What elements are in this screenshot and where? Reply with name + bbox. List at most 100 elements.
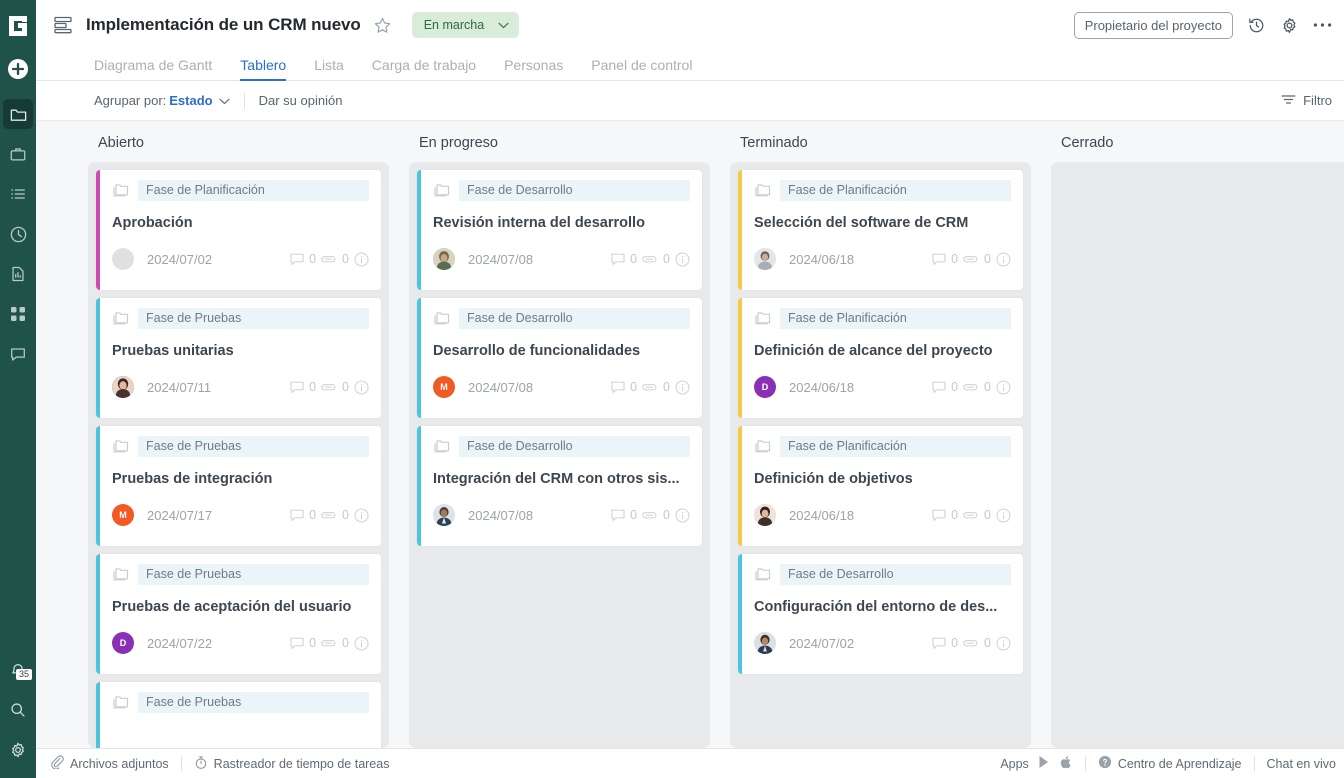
task-card[interactable]: Fase de Desarrollo Desarrollo de funcion… <box>417 298 702 418</box>
task-card[interactable]: Fase de Planificación Aprobación 2024/07… <box>96 170 381 290</box>
task-card[interactable]: Fase de Planificación Definición de obje… <box>738 426 1023 546</box>
star-icon[interactable] <box>373 16 392 35</box>
status-badge[interactable]: En marcha <box>411 12 520 38</box>
avatar[interactable]: M <box>433 376 455 398</box>
info-icon[interactable] <box>354 635 369 651</box>
google-play-icon[interactable] <box>1038 755 1051 772</box>
card-phase-row: Fase de Planificación <box>754 436 1011 457</box>
card-title: Pruebas unitarias <box>112 343 234 359</box>
column-card-list[interactable] <box>1051 162 1344 748</box>
learning-center-button[interactable]: Centro de Aprendizaje <box>1098 755 1242 772</box>
sidebar-item-projects[interactable] <box>3 99 33 129</box>
avatar[interactable] <box>112 376 134 398</box>
sidebar-item-my-tasks[interactable] <box>3 179 33 209</box>
avatar[interactable] <box>433 504 455 526</box>
project-owner-chip[interactable]: Propietario del proyecto <box>1073 11 1233 39</box>
sidebar-item-time-log[interactable] <box>3 219 33 249</box>
info-icon[interactable] <box>675 379 690 395</box>
task-card[interactable]: Fase de Desarrollo Configuración del ent… <box>738 554 1023 674</box>
info-icon[interactable] <box>996 379 1011 395</box>
attachments-button[interactable]: Archivos adjuntos <box>50 755 169 772</box>
info-icon[interactable] <box>354 507 369 523</box>
card-phase-row: Fase de Pruebas <box>112 692 369 713</box>
folder-icon <box>112 439 129 454</box>
clock-icon <box>9 225 28 244</box>
avatar[interactable] <box>754 504 776 526</box>
task-card-partial[interactable]: Fase de Pruebas <box>96 682 381 748</box>
tab-lista[interactable]: Lista <box>314 57 344 81</box>
task-card[interactable]: Fase de Desarrollo Integración del CRM c… <box>417 426 702 546</box>
avatar[interactable]: M <box>112 504 134 526</box>
tab-personas[interactable]: Personas <box>504 57 563 81</box>
history-icon[interactable] <box>1247 16 1266 35</box>
avatar[interactable] <box>433 248 455 270</box>
comment-icon <box>611 509 625 522</box>
chevron-down-icon[interactable] <box>218 98 230 105</box>
card-color-stripe <box>96 682 100 748</box>
filter-label: Filtro <box>1303 93 1332 108</box>
info-icon[interactable] <box>675 251 690 267</box>
info-icon[interactable] <box>996 635 1011 651</box>
attachment-count: 0 <box>984 252 991 266</box>
avatar[interactable] <box>754 632 776 654</box>
column-title: Cerrado <box>1061 135 1114 151</box>
attachment-count: 0 <box>342 380 349 394</box>
learning-center-label: Centro de Aprendizaje <box>1117 756 1242 771</box>
kanban-board: Abierto Fase de Planificación Aprobación… <box>36 121 1344 748</box>
sidebar-item-comments[interactable] <box>3 339 33 369</box>
time-tracker-button[interactable]: Rastreador de tiempo de tareas <box>194 755 389 773</box>
avatar[interactable]: D <box>112 632 134 654</box>
comment-icon <box>932 509 946 522</box>
folder-icon <box>112 311 129 326</box>
sidebar-item-notifications[interactable]: 35 <box>3 655 33 685</box>
comment-icon <box>932 637 946 650</box>
feedback-link[interactable]: Dar su opinión <box>259 93 343 108</box>
chat-icon <box>9 345 27 363</box>
avatar[interactable] <box>754 248 776 270</box>
info-icon[interactable] <box>354 251 369 267</box>
tab-diagrama-de-gantt[interactable]: Diagrama de Gantt <box>94 57 212 81</box>
tab-panel-de-control[interactable]: Panel de control <box>591 57 692 81</box>
live-chat-button[interactable]: Chat en vivo <box>1267 757 1336 771</box>
folder-icon <box>112 695 129 710</box>
column-card-list[interactable]: Fase de Planificación Aprobación 2024/07… <box>88 162 389 748</box>
attachment-count: 0 <box>342 508 349 522</box>
sidebar-item-search[interactable] <box>3 695 33 725</box>
group-by-value[interactable]: Estado <box>169 93 212 108</box>
sidebar-item-portfolio[interactable] <box>3 139 33 169</box>
task-card[interactable]: Fase de Planificación Selección del soft… <box>738 170 1023 290</box>
column-card-list[interactable]: Fase de Desarrollo Revisión interna del … <box>409 162 710 748</box>
info-icon[interactable] <box>354 379 369 395</box>
avatar[interactable]: D <box>754 376 776 398</box>
card-meta: 0 0 <box>290 379 369 395</box>
task-card[interactable]: Fase de Pruebas Pruebas de integración M… <box>96 426 381 546</box>
sidebar-item-apps[interactable] <box>3 299 33 329</box>
group-by-control[interactable]: Agrupar por: Estado <box>94 93 230 108</box>
task-card[interactable]: Fase de Pruebas Pruebas unitarias 2024/0… <box>96 298 381 418</box>
tab-carga-de-trabajo[interactable]: Carga de trabajo <box>372 57 476 81</box>
column-card-list[interactable]: Fase de Planificación Selección del soft… <box>730 162 1031 748</box>
task-card[interactable]: Fase de Desarrollo Revisión interna del … <box>417 170 702 290</box>
gear-icon[interactable] <box>1280 16 1299 35</box>
avatar[interactable] <box>112 248 134 270</box>
card-title: Pruebas de integración <box>112 471 273 487</box>
ellipsis-icon[interactable] <box>1313 22 1332 28</box>
folder-icon <box>433 183 450 198</box>
info-icon[interactable] <box>996 507 1011 523</box>
attachment-count: 0 <box>984 636 991 650</box>
info-icon[interactable] <box>996 251 1011 267</box>
sidebar-item-add[interactable] <box>3 54 33 84</box>
ganttpro-logo[interactable] <box>0 6 36 46</box>
task-card[interactable]: Fase de Planificación Definición de alca… <box>738 298 1023 418</box>
sidebar-item-settings[interactable] <box>3 735 33 765</box>
tab-tablero[interactable]: Tablero <box>240 57 287 81</box>
apple-icon[interactable] <box>1060 755 1073 773</box>
comment-icon <box>932 381 946 394</box>
filter-button[interactable]: Filtro <box>1281 93 1332 109</box>
task-card[interactable]: Fase de Pruebas Pruebas de aceptación de… <box>96 554 381 674</box>
info-icon[interactable] <box>675 507 690 523</box>
comment-icon <box>611 253 625 266</box>
board-column-cerrado: Cerrado <box>1051 121 1344 748</box>
sidebar-item-reports[interactable] <box>3 259 33 289</box>
card-footer: M 2024/07/17 0 0 <box>112 504 369 526</box>
